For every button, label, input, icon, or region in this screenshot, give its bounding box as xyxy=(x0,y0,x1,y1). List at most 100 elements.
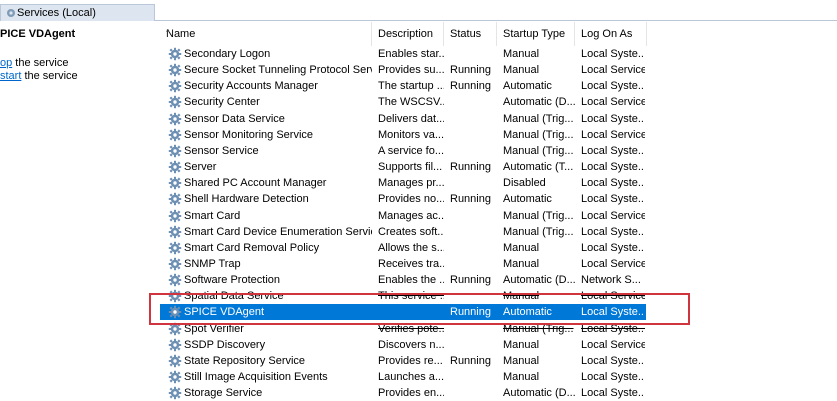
column-header-description[interactable]: Description xyxy=(372,22,444,46)
service-description: Verifies pote... xyxy=(378,322,444,335)
service-status: Running xyxy=(450,354,491,367)
service-log-on-as: Local Syste... xyxy=(581,322,645,335)
service-log-on-as: Local Syste... xyxy=(581,354,645,367)
service-name: Secure Socket Tunneling Protocol Service xyxy=(184,64,372,77)
table-row[interactable]: Software Protection Enables the ... Runnin… xyxy=(160,272,646,288)
service-log-on-as: Local Syste... xyxy=(581,112,645,125)
service-status: Running xyxy=(450,193,491,206)
table-row-selected[interactable]: SPICE VDAgent Running Automatic Local Syste… xyxy=(160,304,646,321)
service-name: SPICE VDAgent xyxy=(184,306,265,319)
service-status xyxy=(450,370,500,384)
service-description: The WSCSV... xyxy=(378,96,444,109)
column-header-log-on-as[interactable]: Log On As xyxy=(575,22,647,46)
service-name: Shell Hardware Detection xyxy=(184,193,309,206)
table-row[interactable]: SSDP Discovery Discovers n... Manual Local … xyxy=(160,337,646,353)
service-name-cell: SNMP Trap xyxy=(168,257,372,271)
service-description: A service fo... xyxy=(378,144,444,157)
service-name-cell: Smart Card xyxy=(168,209,372,223)
table-row[interactable]: Storage Service Provides en... Automatic (… xyxy=(160,385,646,401)
service-log-on-as: Local Syste... xyxy=(581,387,645,400)
table-row[interactable]: Smart Card Manages ac... Manual (Trig... Lo… xyxy=(160,208,646,224)
tab-title: Services (Local) xyxy=(17,7,96,19)
table-row[interactable]: Sensor Service A service fo... Manual (Tri… xyxy=(160,143,646,159)
service-name: Security Center xyxy=(184,96,260,109)
service-description: Provides no... xyxy=(378,193,444,206)
service-log-on-as: Local Service xyxy=(581,257,645,270)
table-row[interactable]: Shell Hardware Detection Provides no... Ru… xyxy=(160,191,646,207)
service-name: Sensor Data Service xyxy=(184,112,285,125)
service-status xyxy=(450,128,500,142)
services-list[interactable]: Name ^ Description Status Startup Type L… xyxy=(160,22,837,400)
service-log-on-as: Network S... xyxy=(581,274,641,287)
service-description: The startup ... xyxy=(378,80,444,93)
service-name: Spot Verifier xyxy=(184,322,244,335)
service-name: Storage Service xyxy=(184,387,263,400)
gear-icon xyxy=(168,160,182,174)
table-row[interactable]: Smart Card Device Enumeration Service Cre… xyxy=(160,224,646,240)
service-log-on-as: Local Service xyxy=(581,290,645,303)
table-row[interactable]: Secure Socket Tunneling Protocol Service… xyxy=(160,62,646,78)
gear-icon xyxy=(168,322,182,336)
service-name: SSDP Discovery xyxy=(184,338,266,351)
tab-services-local[interactable]: Services (Local) xyxy=(0,4,155,21)
table-row[interactable]: Sensor Monitoring Service Monitors va... M… xyxy=(160,127,646,143)
table-row[interactable]: Smart Card Removal Policy Allows the s...… xyxy=(160,240,646,256)
service-startup-type: Manual (Trig... xyxy=(503,209,574,222)
service-name-cell: Sensor Monitoring Service xyxy=(168,128,372,142)
table-row[interactable]: Server Supports fil... Running Automatic (T… xyxy=(160,159,646,175)
service-status xyxy=(450,144,500,158)
table-row[interactable]: Spot Verifier Verifies pote... Manual (Tri… xyxy=(160,321,646,337)
service-log-on-as: Local Service xyxy=(581,64,645,77)
service-status xyxy=(450,209,500,223)
service-name-cell: Security Center xyxy=(168,95,372,109)
table-row[interactable]: Security Accounts Manager The startup ...… xyxy=(160,78,646,94)
service-startup-type: Manual (Trig... xyxy=(503,112,574,125)
service-description: Allows the s... xyxy=(378,241,444,254)
gear-icon xyxy=(168,176,182,190)
service-description xyxy=(378,305,444,319)
table-row[interactable]: Security Center The WSCSV... Automatic (D.… xyxy=(160,94,646,110)
table-row[interactable]: Sensor Data Service Delivers dat... Manual… xyxy=(160,111,646,127)
service-name: SNMP Trap xyxy=(184,257,241,270)
service-status xyxy=(450,112,500,126)
service-startup-type: Manual xyxy=(503,64,540,77)
service-log-on-as: Local Syste... xyxy=(581,161,645,174)
service-description: Provides en... xyxy=(378,387,444,400)
service-name-cell: Shell Hardware Detection xyxy=(168,192,372,206)
service-name: Sensor Monitoring Service xyxy=(184,128,314,141)
service-startup-type: Automatic xyxy=(503,193,552,206)
service-startup-type: Automatic (D... xyxy=(503,96,575,109)
service-description: Enables star... xyxy=(378,48,444,60)
gear-icon xyxy=(168,386,182,400)
service-log-on-as: Local Syste... xyxy=(581,225,645,238)
column-header-startup-type[interactable]: Startup Type xyxy=(497,22,575,46)
service-status: Running xyxy=(450,306,491,319)
service-log-on-as: Local Service xyxy=(581,338,645,351)
service-startup-type: Automatic (T... xyxy=(503,161,574,174)
table-row[interactable]: Shared PC Account Manager Manages pr... Di… xyxy=(160,175,646,191)
table-row[interactable]: Spatial Data Service This service ... Manu… xyxy=(160,288,646,304)
service-startup-type: Manual xyxy=(503,338,540,351)
restart-service-link[interactable]: start xyxy=(0,70,21,82)
table-row[interactable]: SNMP Trap Receives tra... Manual Local Serv… xyxy=(160,256,646,272)
service-description: Provides re... xyxy=(378,354,443,367)
table-row[interactable]: Still Image Acquisition Events Launches a… xyxy=(160,369,646,385)
service-status: Running xyxy=(450,80,491,93)
stop-service-link[interactable]: op xyxy=(0,57,12,69)
service-startup-type: Manual xyxy=(503,48,540,60)
selected-service-title: PICE VDAgent xyxy=(0,28,76,40)
table-row[interactable]: Secondary Logon Enables star... Manual Loca… xyxy=(160,46,646,62)
service-name-cell: Sensor Data Service xyxy=(168,112,372,126)
service-status xyxy=(450,95,500,109)
service-description: Provides su... xyxy=(378,64,444,77)
service-startup-type: Automatic xyxy=(503,306,552,319)
service-name: Smart Card Removal Policy xyxy=(184,241,320,254)
column-header-name[interactable]: Name ^ xyxy=(160,22,372,46)
column-header-status[interactable]: Status xyxy=(444,22,497,46)
service-description: Monitors va... xyxy=(378,128,444,141)
service-startup-type: Manual (Trig... xyxy=(503,225,574,238)
service-status xyxy=(450,225,500,239)
service-startup-type: Manual xyxy=(503,257,540,270)
table-row[interactable]: State Repository Service Provides re... Ru… xyxy=(160,353,646,369)
service-status xyxy=(450,176,500,190)
